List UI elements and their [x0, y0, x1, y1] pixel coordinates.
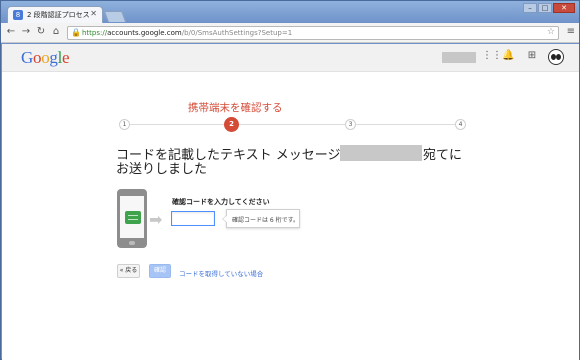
avatar[interactable]	[548, 49, 564, 65]
reload-icon[interactable]: ↻	[35, 26, 47, 37]
url-text: https://accounts.google.com/b/0/SmsAuthS…	[82, 29, 293, 37]
arrow-right-icon: ➡	[149, 210, 163, 229]
heading-line2: お送りしました	[116, 162, 208, 177]
star-icon[interactable]: ☆	[547, 27, 555, 37]
browser-toolbar: ← → ↻ ⌂ 🔒 https://accounts.google.com/b/…	[1, 23, 579, 43]
confirm-button[interactable]: 確認	[149, 264, 171, 278]
tab-favicon-icon: 8	[13, 10, 23, 20]
phone-icon	[117, 189, 147, 248]
google-logo[interactable]: Google	[21, 48, 70, 68]
step-4: 4	[455, 119, 466, 130]
minimize-icon[interactable]: –	[523, 3, 537, 13]
lock-icon: 🔒	[71, 28, 81, 37]
message-icon	[125, 211, 141, 224]
code-label: 確認コードを入力してください	[172, 198, 270, 206]
browser-window: 8 2 段階認証プロセス ✕ – □ ✕ ← → ↻ ⌂ 🔒 https://a…	[0, 0, 580, 360]
share-icon[interactable]: ⊞	[526, 50, 538, 61]
phone-number-redacted	[340, 145, 422, 161]
step-title: 携帯端末を確認する	[188, 102, 283, 114]
address-bar[interactable]: 🔒 https://accounts.google.com/b/0/SmsAut…	[67, 26, 559, 40]
home-icon[interactable]: ⌂	[50, 26, 62, 37]
maximize-icon[interactable]: □	[538, 3, 552, 13]
window-controls: – □ ✕	[523, 3, 575, 13]
code-input[interactable]	[171, 211, 215, 226]
back-button[interactable]: « 戻る	[117, 264, 140, 278]
menu-icon[interactable]: ≡	[567, 26, 575, 37]
google-header: Google ⋮⋮ 🔔 ⊞	[2, 44, 579, 72]
user-name-redacted	[442, 52, 476, 63]
heading-part2: 宛てに	[423, 148, 463, 163]
tab-title: 2 段階認証プロセス	[27, 11, 90, 19]
apps-icon[interactable]: ⋮⋮	[482, 50, 502, 61]
window-close-icon[interactable]: ✕	[553, 3, 575, 13]
step-1: 1	[119, 119, 130, 130]
back-icon[interactable]: ←	[5, 26, 17, 37]
tab-close-icon[interactable]: ✕	[90, 9, 97, 18]
code-hint-tooltip: 確認コードは 6 桁です。	[222, 209, 300, 228]
tooltip-text: 確認コードは 6 桁です。	[232, 217, 300, 224]
browser-tab[interactable]: 8 2 段階認証プロセス ✕	[7, 6, 103, 24]
title-bar: 8 2 段階認証プロセス ✕ – □ ✕	[1, 1, 579, 24]
step-3: 3	[345, 119, 356, 130]
step-progress-line	[125, 124, 461, 125]
new-tab-button[interactable]	[103, 11, 127, 22]
no-code-link[interactable]: コードを取得していない場合	[179, 268, 263, 278]
notifications-icon[interactable]: 🔔	[502, 50, 514, 61]
forward-icon[interactable]: →	[20, 26, 32, 37]
page-content: Google ⋮⋮ 🔔 ⊞ 携帯端末を確認する 1 2 3 4 コードを記載した…	[2, 44, 579, 360]
step-2-active: 2	[224, 117, 239, 132]
